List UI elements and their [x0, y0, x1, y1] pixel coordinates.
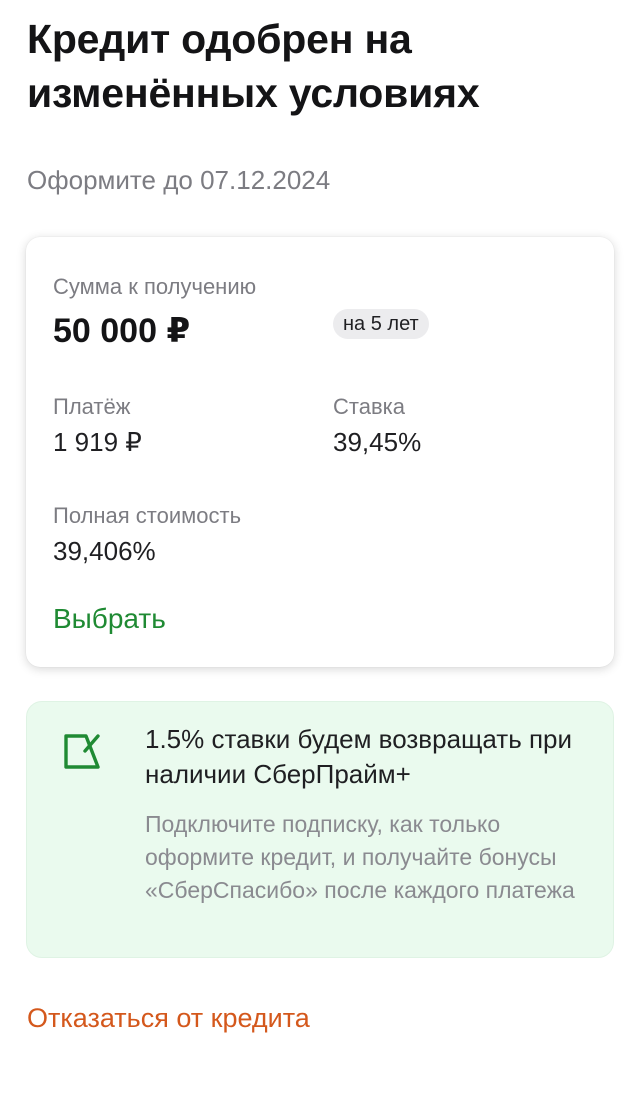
loan-offer-card: Сумма к получению 50 000 ₽ на 5 лет Плат… [26, 237, 614, 667]
rate-label: Ставка [333, 394, 405, 419]
promo-description: Подключите подписку, как только оформите… [145, 811, 575, 903]
decline-loan-button[interactable]: Отказаться от кредита [27, 999, 310, 1037]
select-offer-button[interactable]: Выбрать [53, 600, 166, 638]
term-badge: на 5 лет [333, 309, 429, 339]
amount-label: Сумма к получению [53, 274, 257, 299]
full-cost-value: 39,406% [53, 536, 156, 566]
rate-value: 39,45% [333, 427, 422, 457]
sberprime-flag-icon [64, 734, 100, 769]
payment-value: 1 919 ₽ [53, 427, 142, 457]
sberprime-promo-banner: 1.5% ставки будем возвращать при наличии… [26, 701, 614, 958]
full-cost-label: Полная стоимость [53, 503, 242, 528]
amount-value: 50 000 ₽ [53, 312, 191, 350]
payment-label: Платёж [53, 394, 131, 419]
promo-title: 1.5% ставки будем возвращать при наличии… [145, 724, 573, 789]
deadline-text: Оформите до 07.12.2024 [27, 165, 331, 195]
page-title: Кредит одобрен на изменённых условиях [27, 16, 480, 116]
